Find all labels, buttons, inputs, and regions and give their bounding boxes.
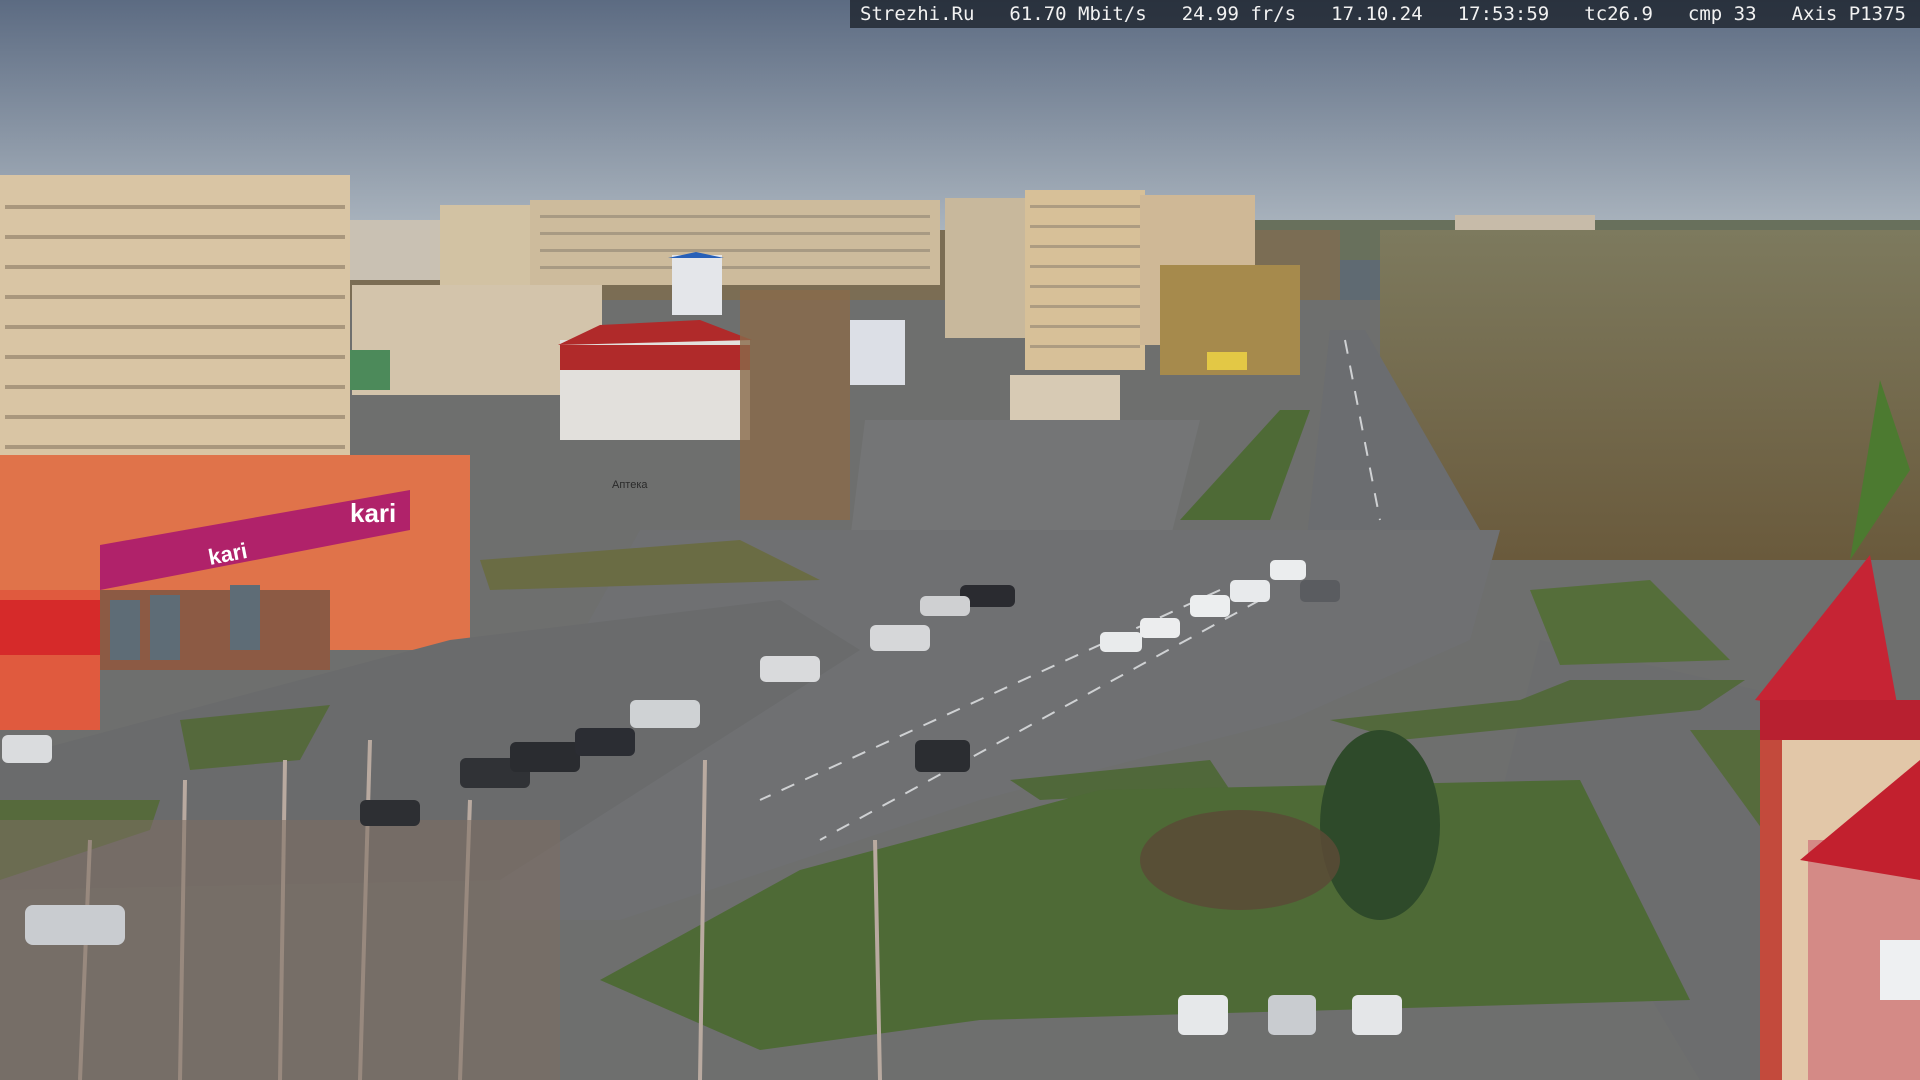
foreground-tree-canopy: [0, 820, 560, 1080]
tc-value: tc26.9: [1584, 3, 1653, 25]
framerate: 24.99 fr/s: [1181, 3, 1297, 25]
pine-tree: [1320, 730, 1440, 920]
central-plaza: [850, 420, 1200, 540]
camera-status-overlay: Strezhi.Ru 61.70 Mbit/s 24.99 fr/s 17.10…: [850, 0, 1920, 28]
site-name: Strezhi.Ru: [860, 3, 975, 25]
left-central-trees: [740, 290, 850, 520]
webcam-scene: kari kari Аптека: [0, 0, 1920, 1080]
bitrate: 61.70 Mbit/s: [1009, 3, 1147, 25]
kari-sign: kari: [350, 498, 396, 528]
time: 17:53:59: [1457, 3, 1550, 25]
pharmacy-sign: Аптека: [612, 479, 648, 491]
date: 17.10.24: [1331, 3, 1423, 25]
cmp-value: cmp 33: [1687, 3, 1757, 25]
bushes: [1140, 810, 1340, 910]
camera-model: Axis P1375: [1791, 3, 1906, 25]
billboard-center: [1207, 352, 1247, 370]
